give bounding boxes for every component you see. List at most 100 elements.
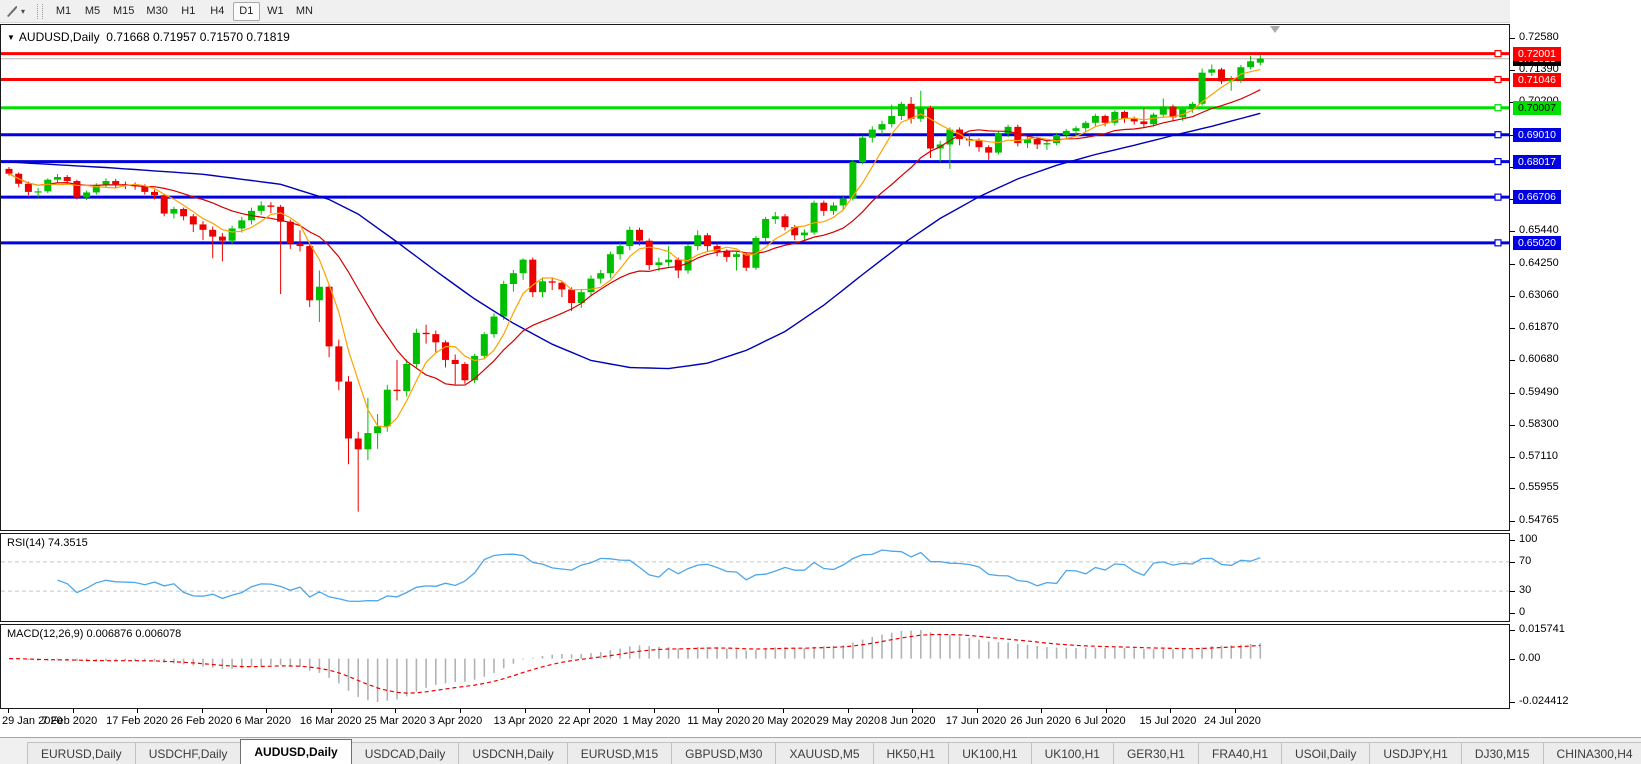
- timeframe-button-H1[interactable]: H1: [175, 2, 202, 21]
- price-tick-label: 0.00: [1519, 652, 1540, 664]
- date-tick-label: 15 Jul 2020: [1139, 715, 1196, 727]
- date-tick-label: 22 Apr 2020: [558, 715, 617, 727]
- timeframe-button-MN[interactable]: MN: [291, 2, 318, 21]
- price-chart-panel[interactable]: [0, 24, 1510, 531]
- axis-tick: [1510, 231, 1515, 232]
- chart-tab-bar: EURUSD,DailyUSDCHF,DailyAUDUSD,DailyUSDC…: [0, 737, 1641, 764]
- chevron-down-icon[interactable]: ▾: [21, 7, 25, 16]
- date-tick: [1235, 709, 1236, 713]
- axis-tick: [1510, 457, 1515, 458]
- date-tick-label: 7 Feb 2020: [42, 715, 98, 727]
- axis-tick: [1510, 521, 1515, 522]
- price-tick-label: 0.60680: [1519, 353, 1559, 365]
- axis-tick: [1510, 659, 1515, 660]
- timeframe-button-M15[interactable]: M15: [108, 2, 139, 21]
- rsi-indicator-panel[interactable]: [0, 533, 1510, 622]
- chart-tab-GBPUSD-M30[interactable]: GBPUSD,M30: [671, 742, 776, 764]
- axis-tick: [1510, 70, 1515, 71]
- chart-tab-XAUUSD-M5[interactable]: XAUUSD,M5: [775, 742, 873, 764]
- timeframe-button-H4[interactable]: H4: [204, 2, 231, 21]
- rsi-chart[interactable]: [1, 534, 1509, 621]
- date-axis[interactable]: 29 Jan 20207 Feb 202017 Feb 202026 Feb 2…: [0, 709, 1510, 737]
- price-tick-label: 0.63060: [1519, 289, 1559, 301]
- axis-tick: [1510, 38, 1515, 39]
- price-tick-label: 0.65440: [1519, 224, 1559, 236]
- price-tick-label: 0.72580: [1519, 31, 1559, 43]
- date-tick-label: 13 Apr 2020: [494, 715, 553, 727]
- chart-shift-marker-icon[interactable]: [1270, 26, 1280, 33]
- macd-values: 0.006876 0.006078: [86, 628, 181, 640]
- chart-tab-USDCNH-Daily[interactable]: USDCNH,Daily: [458, 742, 567, 764]
- axis-tick: [1510, 630, 1515, 631]
- date-tick: [589, 709, 590, 713]
- chart-tab-HK50-H1[interactable]: HK50,H1: [873, 742, 950, 764]
- date-tick: [525, 709, 526, 713]
- date-tick-label: 26 Feb 2020: [171, 715, 233, 727]
- date-tick-label: 17 Jun 2020: [946, 715, 1007, 727]
- date-tick: [460, 709, 461, 713]
- axis-tick: [1510, 591, 1515, 592]
- chart-tab-USDCHF-Daily[interactable]: USDCHF,Daily: [135, 742, 242, 764]
- price-axis[interactable]: 0.725800.713900.702000.690100.678200.666…: [1510, 0, 1641, 764]
- axis-tick: [1510, 393, 1515, 394]
- date-tick: [8, 709, 9, 713]
- chart-tab-FRA40-H1[interactable]: FRA40,H1: [1198, 742, 1282, 764]
- price-tick-label: 100: [1519, 533, 1537, 545]
- chart-menu-icon[interactable]: ▼: [7, 33, 15, 42]
- date-tick-label: 3 Apr 2020: [429, 715, 482, 727]
- date-tick: [395, 709, 396, 713]
- date-tick: [848, 709, 849, 713]
- draw-tool-button[interactable]: ▾: [0, 0, 29, 22]
- timeframe-button-W1[interactable]: W1: [262, 2, 289, 21]
- date-tick-label: 25 Mar 2020: [364, 715, 426, 727]
- chart-tab-EURUSD-Daily[interactable]: EURUSD,Daily: [27, 742, 136, 764]
- price-tick-label: 0.59490: [1519, 386, 1559, 398]
- timeframe-button-D1[interactable]: D1: [233, 2, 260, 21]
- axis-tick: [1510, 540, 1515, 541]
- timeframe-button-M1[interactable]: M1: [50, 2, 77, 21]
- rsi-label: RSI(14) 74.3515: [7, 537, 88, 549]
- axis-tick: [1510, 328, 1515, 329]
- timeframe-button-M5[interactable]: M5: [79, 2, 106, 21]
- date-tick: [977, 709, 978, 713]
- chart-tab-UK100-H1[interactable]: UK100,H1: [948, 742, 1031, 764]
- date-tick: [1106, 709, 1107, 713]
- toolbar-grip-handle[interactable]: [37, 4, 43, 19]
- chart-tab-DJ30-M15[interactable]: DJ30,M15: [1461, 742, 1544, 764]
- date-tick-label: 11 May 2020: [687, 715, 750, 727]
- date-tick: [718, 709, 719, 713]
- date-tick-label: 8 Jun 2020: [881, 715, 935, 727]
- macd-indicator-panel[interactable]: [0, 624, 1510, 709]
- chart-tab-EURUSD-M15[interactable]: EURUSD,M15: [567, 742, 672, 764]
- pointer-tool-icon: [4, 4, 19, 19]
- chart-tab-GER30-H1[interactable]: GER30,H1: [1113, 742, 1199, 764]
- date-tick-label: 24 Jul 2020: [1204, 715, 1261, 727]
- chart-tab-AUDUSD-Daily[interactable]: AUDUSD,Daily: [240, 739, 351, 764]
- chart-tab-UK100-H1[interactable]: UK100,H1: [1031, 742, 1114, 764]
- price-tick-label: 0.64250: [1519, 257, 1559, 269]
- chart-tab-USDCAD-Daily[interactable]: USDCAD,Daily: [351, 742, 460, 764]
- price-tick-label: 0.58300: [1519, 418, 1559, 430]
- hline-price-label: 0.68017: [1513, 155, 1561, 169]
- chart-tab-USDJPY-H1[interactable]: USDJPY,H1: [1369, 742, 1461, 764]
- axis-tick: [1510, 296, 1515, 297]
- candlestick-chart[interactable]: [1, 25, 1509, 530]
- timeframe-button-M30[interactable]: M30: [141, 2, 172, 21]
- date-tick: [331, 709, 332, 713]
- axis-tick: [1510, 562, 1515, 563]
- axis-tick: [1510, 613, 1515, 614]
- price-tick-label: 0.54765: [1519, 514, 1559, 526]
- chart-tab-USOil-Daily[interactable]: USOil,Daily: [1281, 742, 1370, 764]
- price-tick-label: 30: [1519, 584, 1531, 596]
- hline-price-label: 0.65020: [1513, 236, 1561, 250]
- rsi-value: 74.3515: [48, 537, 88, 549]
- date-tick-label: 20 May 2020: [752, 715, 816, 727]
- date-tick-label: 6 Jul 2020: [1075, 715, 1126, 727]
- price-tick-label: 0: [1519, 606, 1525, 618]
- axis-tick: [1510, 702, 1515, 703]
- price-tick-label: 0.61870: [1519, 321, 1559, 333]
- date-tick: [912, 709, 913, 713]
- chart-tab-CHINA300-H4[interactable]: CHINA300,H4: [1543, 742, 1641, 764]
- date-tick: [266, 709, 267, 713]
- macd-chart[interactable]: [1, 625, 1509, 708]
